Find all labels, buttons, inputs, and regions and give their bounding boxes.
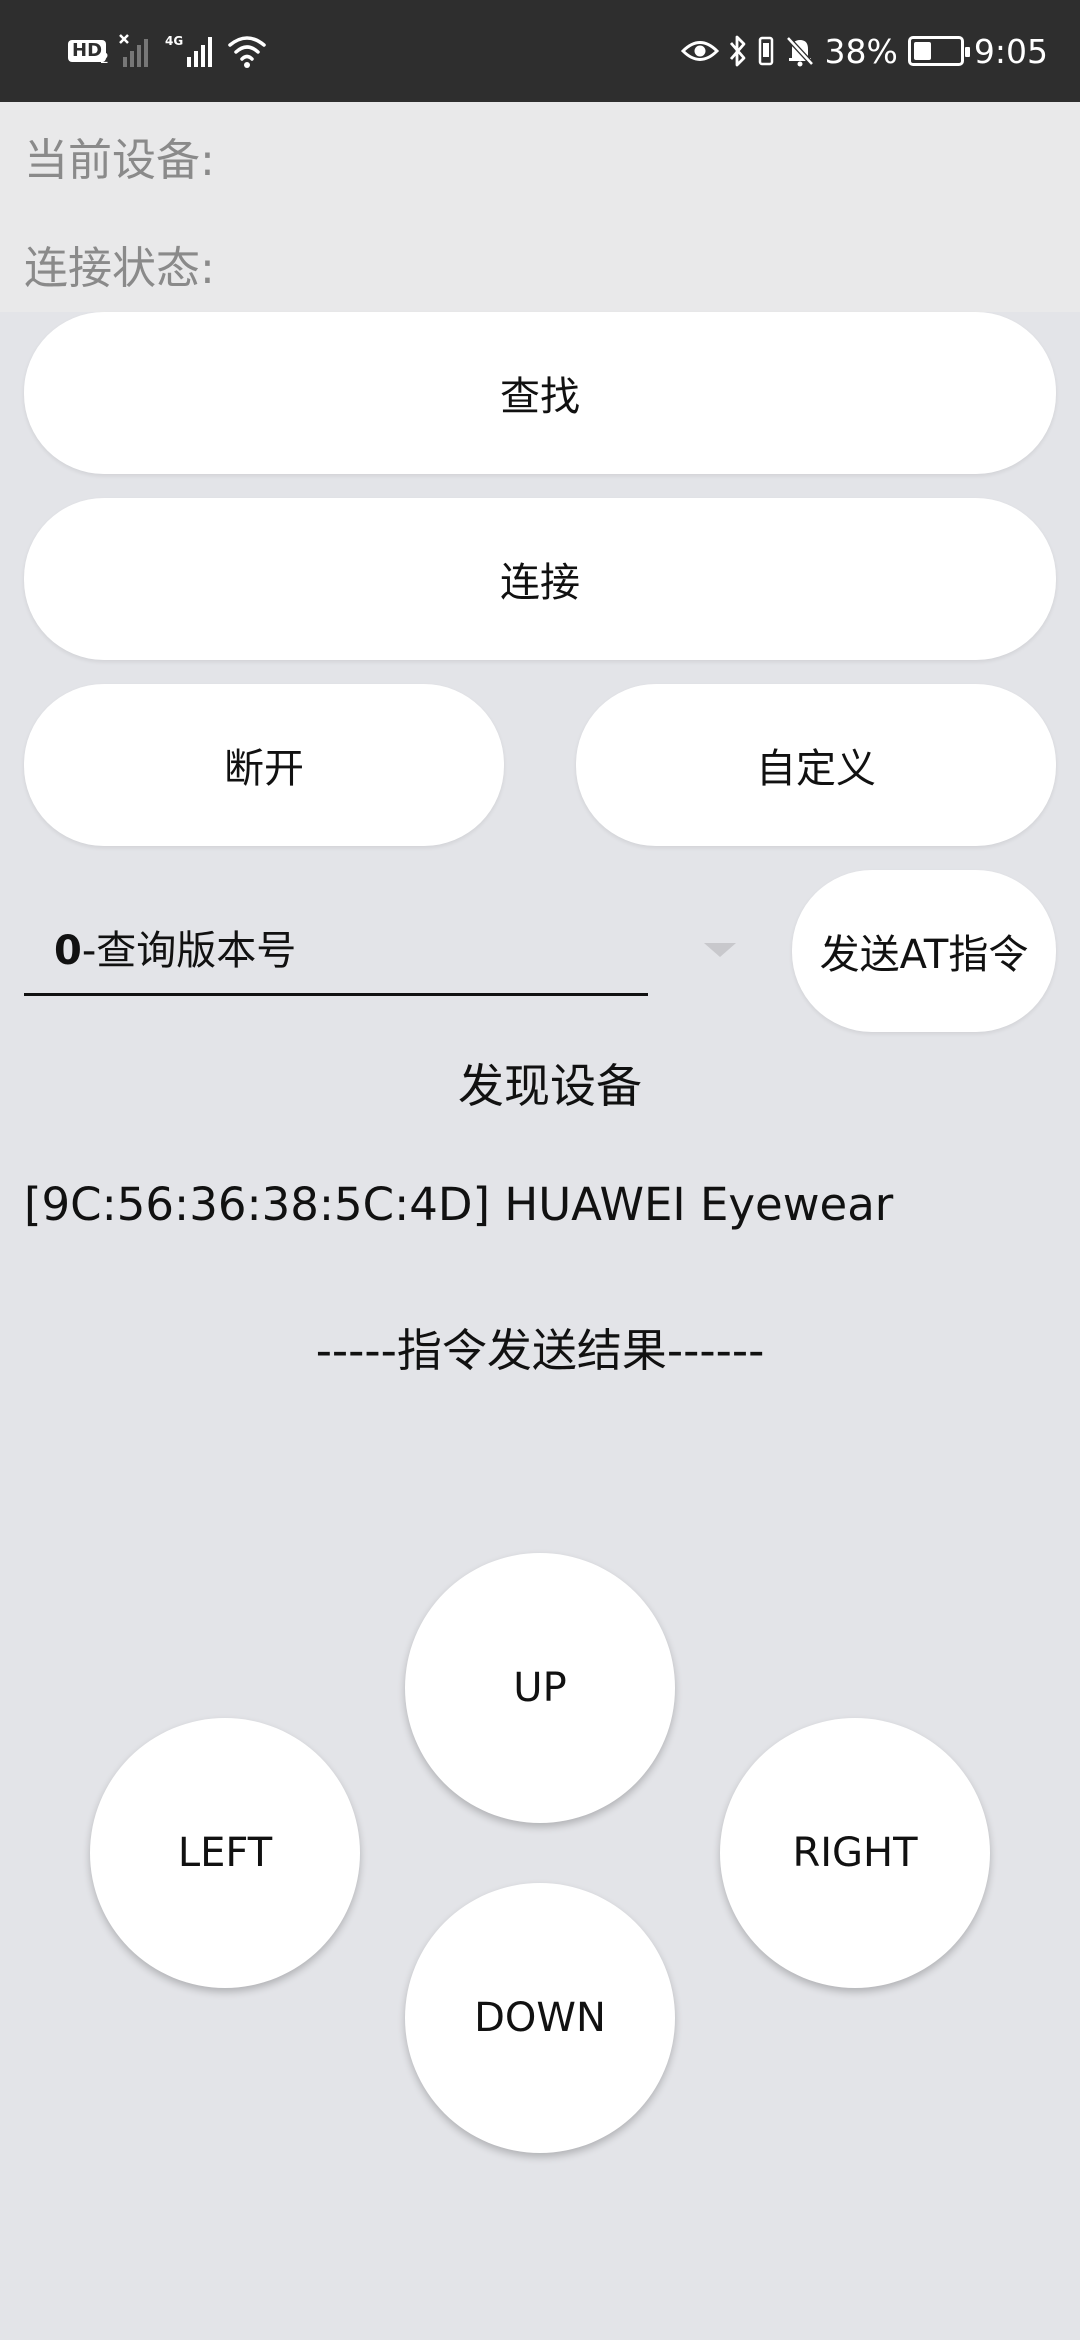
hd-icon: HD 2	[68, 31, 109, 71]
device-list-item[interactable]: [9C:56:36:38:5C:4D] HUAWEI Eyewear	[24, 1178, 893, 1231]
battery-percent: 38%	[824, 31, 898, 71]
result-header: -----指令发送结果------	[315, 1324, 765, 1377]
left-button[interactable]: LEFT	[90, 1718, 360, 1988]
disconnect-button[interactable]: 断开	[24, 684, 504, 846]
send-at-command-button[interactable]: 发送AT指令	[792, 870, 1056, 1032]
device-info-panel: 当前设备: 连接状态:	[0, 102, 1080, 312]
command-select[interactable]: 0-查询版本号	[24, 900, 648, 996]
wifi-icon	[227, 31, 267, 71]
connect-button[interactable]: 连接	[24, 498, 1056, 660]
right-button[interactable]: RIGHT	[720, 1718, 990, 1988]
mute-bell-icon	[785, 31, 815, 71]
svg-text:4G: 4G	[165, 34, 183, 48]
status-bar-left: HD 2 4G	[68, 0, 267, 102]
dropdown-arrow-icon[interactable]	[704, 943, 736, 957]
command-select-value: 0-查询版本号	[54, 927, 297, 974]
devices-header: 发现设备	[458, 1059, 642, 1113]
current-device-label: 当前设备:	[24, 135, 215, 186]
signal-4g-icon: 4G	[165, 31, 217, 71]
status-bar: HD 2 4G 38% 9:05	[0, 0, 1080, 102]
down-button[interactable]: DOWN	[405, 1883, 675, 2153]
battery-icon	[907, 36, 970, 66]
custom-button[interactable]: 自定义	[576, 684, 1056, 846]
battery-fill	[913, 42, 931, 60]
bluetooth-icon	[729, 31, 747, 71]
eye-icon	[680, 31, 719, 71]
connection-status-label: 连接状态:	[24, 243, 215, 294]
status-bar-right: 38% 9:05	[680, 0, 1048, 102]
search-button[interactable]: 查找	[24, 312, 1056, 474]
clock: 9:05	[973, 31, 1048, 71]
up-button[interactable]: UP	[405, 1553, 675, 1823]
signal-off-icon	[119, 31, 155, 71]
vibrate-icon	[757, 31, 775, 71]
